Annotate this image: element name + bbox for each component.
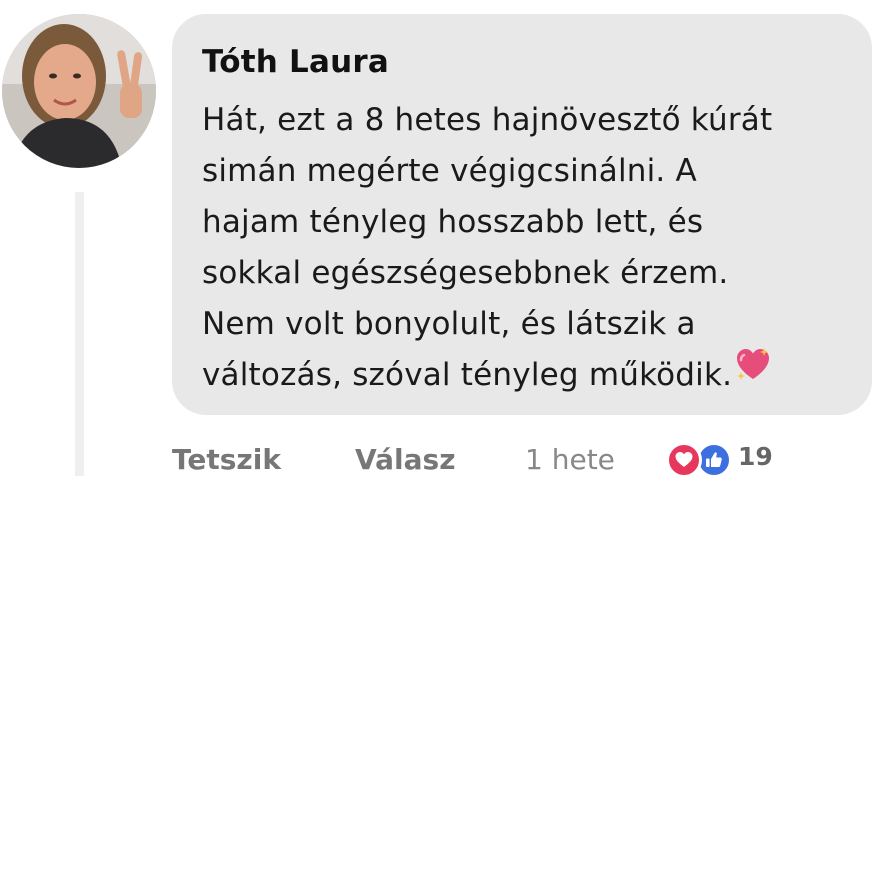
comment-author[interactable]: Tóth Laura — [202, 42, 852, 82]
heart-reaction-icon — [666, 442, 702, 478]
comment-text-line: hajam tényleg hosszabb lett, és — [202, 204, 704, 240]
comment-text-line-last: változás, szóval tényleg működik. — [202, 347, 852, 403]
comment-timestamp[interactable]: 1 hete — [525, 440, 615, 480]
comment-text: Hát, ezt a 8 hetes hajnövesztő kúrát sim… — [202, 95, 852, 403]
comment-bubble: Tóth Laura Hát, ezt a 8 hetes hajnöveszt… — [172, 14, 872, 415]
reply-button[interactable]: Válasz — [355, 440, 456, 480]
thread-connector-line — [75, 192, 84, 476]
comment-text-line: Nem volt bonyolult, és látszik a — [202, 306, 696, 342]
comment-actions: Tetszik Válasz 1 hete 19 — [0, 440, 879, 480]
comment-text-line: sokkal egészségesebbnek érzem. — [202, 255, 729, 291]
comment-text-line: változás, szóval tényleg működik. — [202, 357, 733, 393]
avatar[interactable] — [2, 14, 156, 168]
comment-text-line: Hát, ezt a 8 hetes hajnövesztő kúrát — [202, 102, 773, 138]
reaction-count: 19 — [738, 442, 773, 471]
sparkling-heart-icon — [735, 347, 771, 399]
reactions-summary[interactable]: 19 — [666, 440, 773, 480]
like-button[interactable]: Tetszik — [172, 440, 281, 480]
comment-text-line: simán megérte végigcsinálni. A — [202, 153, 697, 189]
profile-photo — [2, 14, 156, 168]
